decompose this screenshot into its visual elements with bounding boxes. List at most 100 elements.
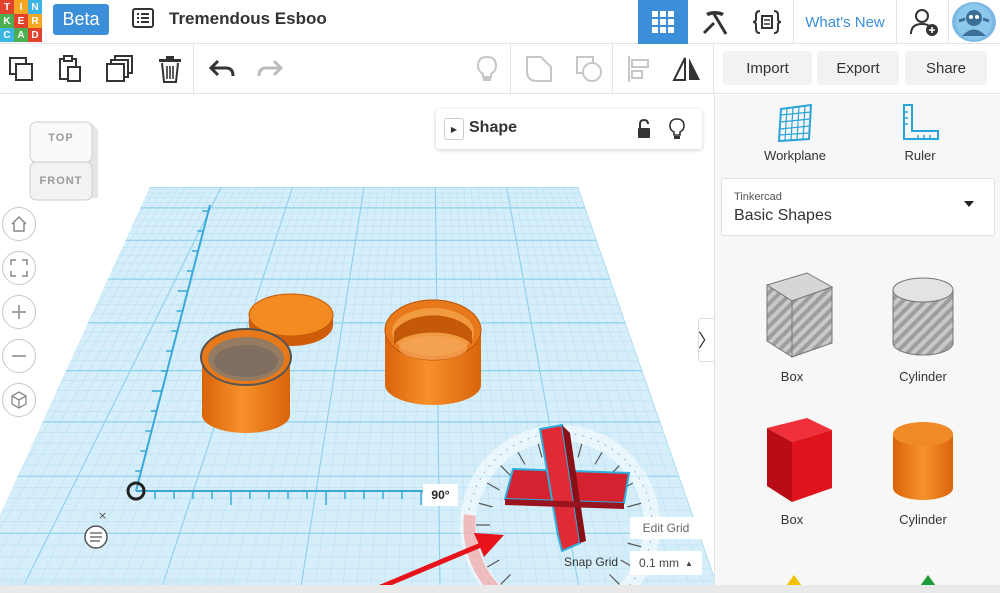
box-hole-icon — [765, 272, 834, 358]
workplane-canvas[interactable]: × — [0, 95, 714, 593]
show-all-button[interactable] — [472, 54, 502, 84]
delete-button[interactable] — [155, 54, 185, 84]
bottom-bar — [0, 585, 1000, 593]
shape-box-hole[interactable]: Box — [737, 265, 847, 395]
undo-button[interactable] — [207, 54, 237, 84]
shape-cylinder-solid[interactable]: Cylinder — [868, 410, 978, 540]
align-button[interactable] — [624, 54, 654, 84]
shape-label: Box — [780, 512, 804, 527]
shape-cylinder-hole[interactable]: Cylinder — [868, 265, 978, 395]
ruler-label: Ruler — [904, 148, 936, 163]
logo-letter: C — [0, 28, 14, 42]
share-button[interactable]: Share — [905, 51, 987, 85]
3d-workspace[interactable]: × TOP FRONT ▶ Shape 90° Edit Grid Snap G… — [0, 95, 714, 593]
ungroup-icon — [576, 56, 602, 82]
design-list-icon[interactable] — [132, 8, 154, 28]
copy-button[interactable] — [6, 54, 36, 84]
edit-grid-button[interactable]: Edit Grid — [630, 517, 702, 539]
toolbar-divider — [510, 44, 511, 94]
add-user-icon — [909, 9, 938, 36]
rotation-angle-label: 90° — [423, 484, 458, 506]
duplicate-button[interactable] — [105, 54, 135, 84]
unlock-icon[interactable] — [636, 118, 652, 144]
toolbar-divider — [612, 44, 613, 94]
mirror-button[interactable] — [672, 54, 702, 84]
shape-library-select[interactable]: Tinkercad Basic Shapes — [721, 178, 995, 236]
delete-icon — [159, 56, 181, 83]
perspective-button[interactable] — [2, 383, 36, 417]
paste-button[interactable] — [55, 54, 85, 84]
shape-label: Cylinder — [899, 512, 947, 527]
beta-badge[interactable]: Beta — [53, 4, 109, 35]
top-bar: TINKERCAD Beta Tremendous Esboo What's N… — [0, 0, 1000, 44]
tinkercad-logo[interactable]: TINKERCAD — [0, 0, 42, 42]
box-solid-icon — [767, 418, 832, 502]
3d-view-icon — [652, 11, 674, 33]
zoom-in-icon — [12, 305, 26, 319]
zoom-out-icon — [12, 355, 26, 357]
redo-icon — [257, 59, 284, 77]
shape-panel-title: Shape — [469, 119, 518, 136]
toolbar-divider — [713, 44, 714, 94]
design-title[interactable]: Tremendous Esboo — [169, 9, 327, 29]
light-bulb-icon — [476, 55, 498, 81]
ruler-tool[interactable]: Ruler — [875, 103, 965, 163]
logo-letter: N — [28, 0, 42, 14]
paste-icon — [59, 55, 81, 82]
view-cube[interactable]: TOP FRONT — [26, 120, 100, 202]
snap-grid-label: Snap Grid — [564, 555, 619, 569]
shapes-panel: Workplane Ruler Tinkercad Basic Shapes B… — [714, 95, 1000, 593]
shape-label: Box — [780, 369, 804, 384]
fit-view-icon — [10, 259, 28, 277]
chevron-down-icon — [964, 201, 974, 207]
selected-cylinder-shape[interactable] — [200, 328, 292, 433]
import-button[interactable]: Import — [723, 51, 812, 85]
home-view-button[interactable] — [2, 207, 36, 241]
shape-box-solid[interactable]: Box — [737, 410, 847, 540]
duplicate-icon — [106, 55, 133, 82]
code-blocks-icon — [752, 10, 782, 34]
avatar[interactable] — [952, 2, 996, 42]
library-provider: Tinkercad — [734, 191, 782, 203]
whats-new-link[interactable]: What's New — [793, 0, 897, 44]
perspective-icon — [11, 391, 27, 409]
3d-view-button[interactable] — [638, 0, 688, 44]
edit-toolbar: Import Export Share — [0, 44, 1000, 94]
logo-letter: E — [14, 14, 28, 28]
shape-panel-toggle[interactable]: ▶ — [444, 118, 464, 140]
blocks-pickaxe-icon — [702, 11, 728, 35]
ungroup-button[interactable] — [574, 54, 604, 84]
blocks-view-button[interactable] — [690, 0, 740, 44]
light-bulb-icon[interactable] — [669, 118, 685, 145]
logo-letter: I — [14, 0, 28, 14]
fit-view-button[interactable] — [2, 251, 36, 285]
logo-letter: R — [28, 14, 42, 28]
logo-letter: T — [0, 0, 14, 14]
redo-button[interactable] — [255, 54, 285, 84]
undo-icon — [208, 59, 235, 77]
ruler-icon — [903, 104, 939, 140]
align-icon — [628, 56, 649, 82]
cylinder-hole-icon — [892, 277, 954, 356]
logo-letter: A — [14, 28, 28, 42]
export-button[interactable]: Export — [817, 51, 899, 85]
view-cube-front-label[interactable]: FRONT — [26, 175, 96, 187]
code-blocks-button[interactable] — [742, 0, 792, 44]
workplane-icon — [777, 103, 813, 143]
logo-letter: K — [0, 14, 14, 28]
home-view-icon — [11, 215, 27, 232]
workplane-label: Workplane — [764, 148, 826, 163]
workplane-grid[interactable] — [0, 187, 714, 593]
cylinder-cup-shape[interactable] — [384, 299, 482, 405]
snap-grid-select[interactable]: 0.1 mm ▲ — [630, 551, 702, 575]
zoom-out-button[interactable] — [2, 339, 36, 373]
snap-grid-value: 0.1 mm — [639, 556, 680, 570]
mirror-icon — [672, 57, 700, 81]
view-cube-top-label[interactable]: TOP — [26, 132, 96, 144]
add-user-button[interactable] — [899, 0, 949, 44]
workplane-tool[interactable]: Workplane — [750, 103, 840, 163]
zoom-in-button[interactable] — [2, 295, 36, 329]
group-button[interactable] — [524, 54, 554, 84]
toolbar-divider — [193, 44, 194, 94]
shape-inspector-panel[interactable]: ▶ Shape — [436, 109, 702, 149]
